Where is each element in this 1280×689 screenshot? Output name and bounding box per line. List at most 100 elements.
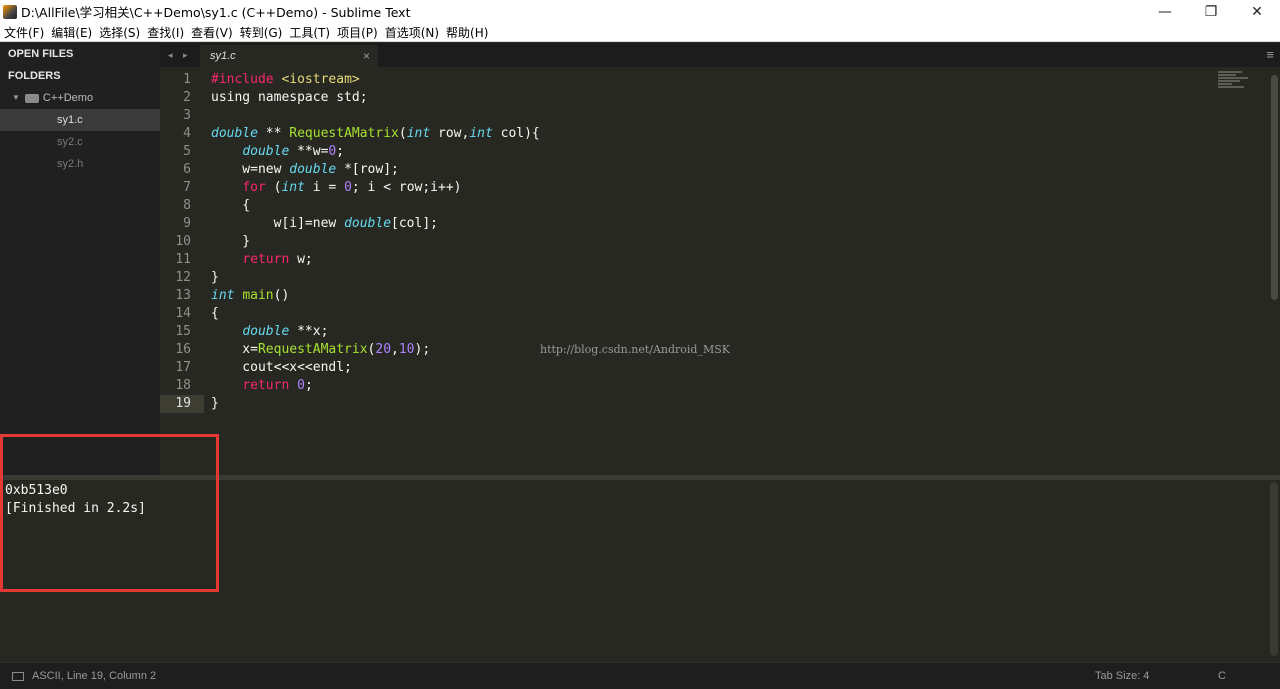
tab-nav-arrows-icon[interactable]: ◂ ▸ [168,43,192,67]
code-line[interactable]: int main() [211,287,1211,305]
code-token: double [242,144,290,159]
panel-toggle-icon[interactable] [12,671,24,681]
code-line[interactable]: return w; [211,251,1211,269]
code-token: return [242,378,290,393]
code-token: <iostream> [281,72,360,87]
line-number: 6 [183,162,191,177]
window-title: D:\AllFile\学习相关\C++Demo\sy1.c (C++Demo) … [21,5,411,20]
code-token: return [242,252,290,267]
code-editor[interactable]: 1 2 3 4 5 6 7 8 9 10 11 12 13 14 15 16 17 18 19 #include <… [160,67,1268,475]
code-line[interactable]: { [211,305,1211,323]
code-token: double [289,162,337,177]
tab-label: sy1.c [210,50,236,62]
menu-find[interactable]: 查找(I) [143,24,187,41]
editor-scrollbar[interactable] [1268,67,1280,475]
file-item-sy2-c[interactable]: sy2.c [0,131,160,153]
code-token: ); [414,342,431,357]
code-token: ** [257,126,290,141]
restore-button[interactable]: ❐ [1188,0,1234,23]
line-number: 12 [175,270,191,285]
scrollbar-thumb[interactable] [1271,75,1278,300]
line-number: 19 [160,395,204,413]
menu-help[interactable]: 帮助(H) [442,24,491,41]
syntax-indicator[interactable]: C [1218,663,1226,689]
code-token: int [469,126,493,141]
code-line[interactable]: return 0; [211,377,1211,395]
code-line[interactable]: double **x; [211,323,1211,341]
line-number: 13 [175,288,191,303]
code-token: row, [430,126,470,141]
annotation-highlight-box [0,434,219,592]
code-line[interactable]: } [211,269,1211,287]
sidebar: OPEN FILES FOLDERS ▼ C++Demo sy1.c sy2.c… [0,43,160,475]
code-token: for [242,180,266,195]
line-number: 17 [175,360,191,375]
menu-file[interactable]: 文件(F) [0,24,47,41]
code-line[interactable]: double **w=0; [211,143,1211,161]
tab-size-indicator[interactable]: Tab Size: 4 [1095,663,1149,689]
code-token: int [406,126,431,141]
code-token: { [211,306,219,321]
status-bar: ASCII, Line 19, Column 2 Tab Size: 4 C [0,662,1280,689]
cursor-position: ASCII, Line 19, Column 2 [32,670,157,682]
code-token: } [211,234,251,249]
menu-tools[interactable]: 工具(T) [285,24,333,41]
line-number: 5 [183,144,191,159]
file-item-sy2-h[interactable]: sy2.h [0,153,160,175]
code-area[interactable]: #include <iostream> using namespace std; d… [211,71,1211,413]
menu-preferences[interactable]: 首选项(N) [381,24,442,41]
code-line[interactable]: #include <iostream> [211,71,1211,89]
expand-arrow-icon[interactable]: ▼ [12,87,20,109]
tab-sy1-c[interactable]: sy1.c × [200,45,378,67]
menu-selection[interactable]: 选择(S) [95,24,143,41]
tab-menu-icon[interactable]: ≡ [1266,43,1274,67]
code-line[interactable]: { [211,197,1211,215]
code-token: cout<<x<<endl; [211,360,352,375]
minimap[interactable] [1218,71,1258,101]
line-number: 16 [175,342,191,357]
code-line[interactable]: double ** RequestAMatrix(int row,int col… [211,125,1211,143]
code-token: *[row]; [336,162,399,177]
code-line[interactable]: } [211,395,1211,413]
folders-heading: FOLDERS [8,70,61,82]
menu-edit[interactable]: 编辑(E) [47,24,95,41]
code-line[interactable]: cout<<x<<endl; [211,359,1211,377]
line-number: 10 [175,234,191,249]
code-line[interactable]: for (int i = 0; i < row;i++) [211,179,1211,197]
code-token: w; [289,252,313,267]
folder-label: C++Demo [42,92,94,104]
code-line[interactable]: w=new double *[row]; [211,161,1211,179]
code-token: { [211,198,251,213]
line-number-gutter: 1 2 3 4 5 6 7 8 9 10 11 12 13 14 15 16 17 18 19 [160,71,204,413]
code-token: double [242,324,290,339]
code-token: [col]; [391,216,438,231]
code-line[interactable]: w[i]=new double[col]; [211,215,1211,233]
code-token: , [391,342,399,357]
menu-goto[interactable]: 转到(G) [236,24,286,41]
code-token: ( [398,126,407,141]
line-number: 9 [183,216,191,231]
menu-view[interactable]: 查看(V) [187,24,236,41]
file-item-sy1-c[interactable]: sy1.c [0,109,160,131]
code-token: RequestAMatrix [257,342,368,357]
code-token: main [242,288,274,303]
close-button[interactable]: ✕ [1234,0,1280,23]
code-line[interactable]: using namespace std; [211,89,1211,107]
title-bar: D:\AllFile\学习相关\C++Demo\sy1.c (C++Demo) … [0,0,1280,23]
code-line[interactable] [211,107,1211,125]
code-line[interactable]: } [211,233,1211,251]
line-number: 2 [183,90,191,105]
menu-project[interactable]: 项目(P) [333,24,381,41]
code-token: using namespace std; [211,90,368,105]
code-token: () [273,288,290,303]
close-tab-icon[interactable]: × [363,45,370,67]
output-scrollbar[interactable] [1270,482,1278,656]
folder-item-cpp-demo[interactable]: ▼ C++Demo [0,87,160,109]
minimize-button[interactable]: — [1142,0,1188,23]
